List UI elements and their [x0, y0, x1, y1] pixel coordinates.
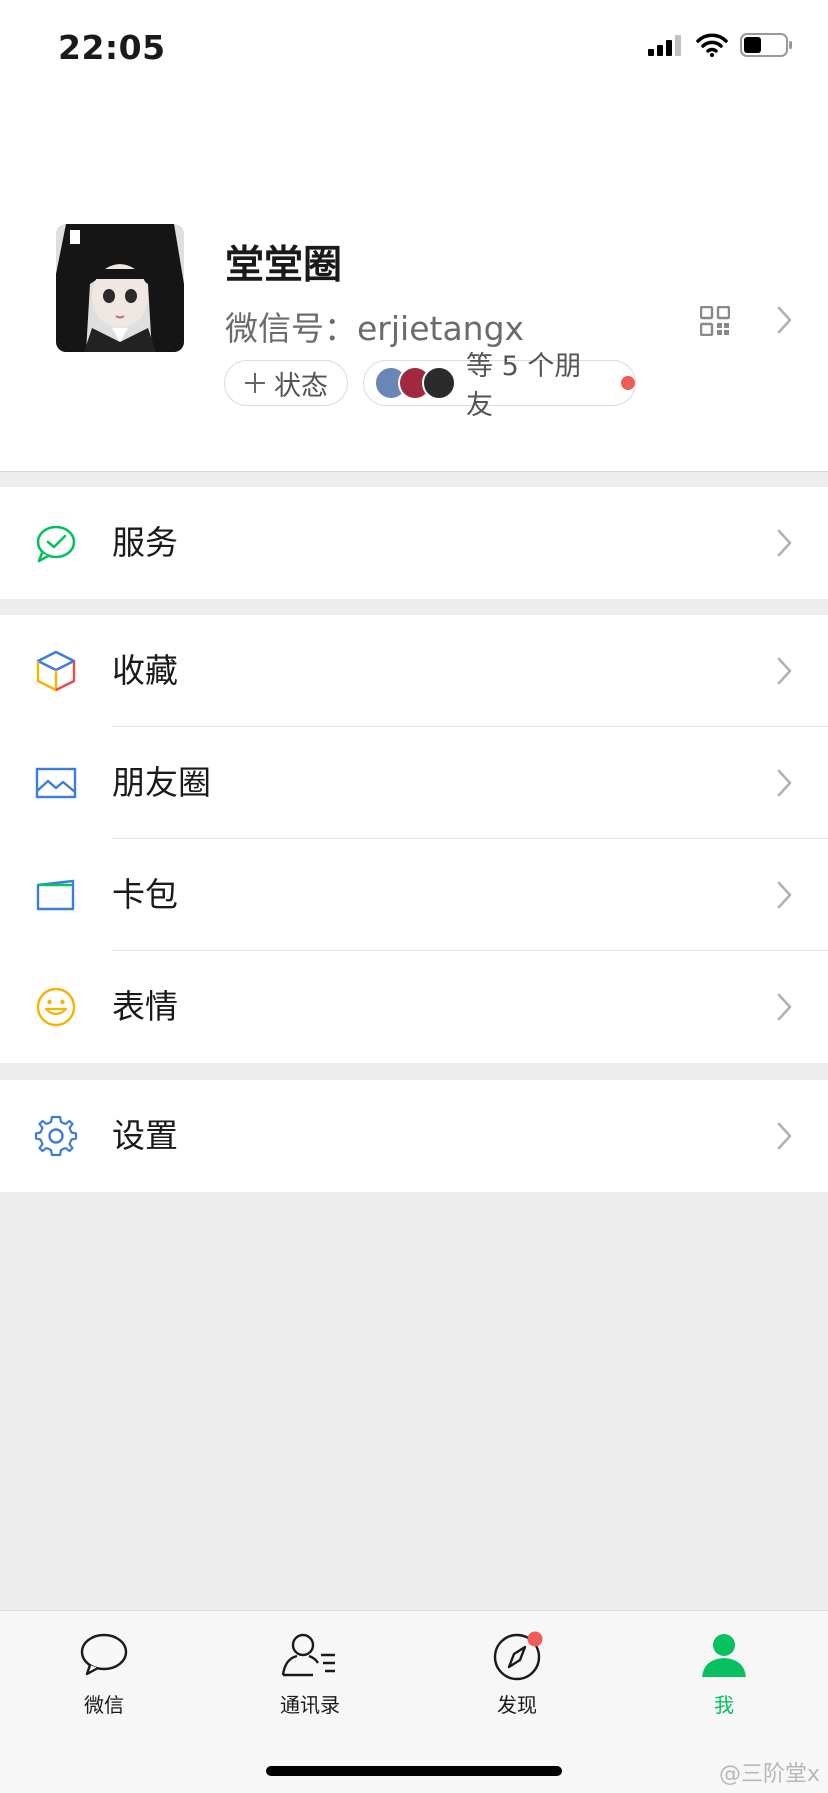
divider [0, 471, 828, 472]
tab-label: 微信 [84, 1693, 124, 1717]
tab-label: 我 [714, 1693, 734, 1717]
menu-item-moments[interactable]: 朋友圈 [0, 727, 828, 839]
contacts-icon [281, 1633, 335, 1677]
menu-label: 朋友圈 [112, 763, 211, 802]
chat-bubble-icon [80, 1633, 128, 1676]
tab-label: 通讯录 [280, 1693, 340, 1717]
moments-picture-icon [35, 767, 77, 799]
sticker-smile-icon [36, 987, 76, 1027]
status-icons [648, 32, 794, 58]
chevron-right-icon [777, 769, 792, 797]
gear-icon [34, 1115, 78, 1157]
settings-group: 设置 [0, 1080, 828, 1192]
home-indicator[interactable] [266, 1766, 562, 1776]
services-group: 服务 [0, 487, 828, 599]
person-icon [702, 1634, 746, 1677]
wechat-id-value: erjietangx [357, 309, 525, 348]
notification-dot [621, 376, 635, 390]
discover-badge [527, 1631, 543, 1647]
battery-icon [740, 33, 792, 57]
anime-girl-avatar-icon [56, 224, 184, 352]
menu-label: 服务 [112, 523, 178, 562]
menu-item-favorites[interactable]: 收藏 [0, 615, 828, 727]
menu-label: 卡包 [112, 875, 178, 914]
features-group: 收藏 朋友圈 卡包 表情 [0, 615, 828, 1063]
friends-status-button[interactable]: 等 5 个朋友 [363, 351, 636, 421]
chevron-right-icon [777, 993, 792, 1021]
tab-label: 发现 [497, 1693, 537, 1717]
chevron-right-icon [777, 1122, 792, 1150]
wechat-id-label: 微信号： [225, 309, 357, 348]
profile-nickname: 堂堂圈 [225, 243, 343, 288]
avatar[interactable] [56, 224, 184, 352]
plus-icon [245, 373, 265, 393]
favorites-cube-icon [36, 650, 76, 692]
wifi-icon [696, 33, 728, 57]
card-wallet-icon [36, 879, 75, 911]
services-icon [36, 525, 76, 563]
menu-item-cards[interactable]: 卡包 [0, 839, 828, 951]
menu-label: 收藏 [112, 651, 178, 690]
friends-status-label: 等 5 个朋友 [466, 351, 582, 421]
wechat-id: 微信号：erjietangx [225, 302, 524, 350]
chevron-right-icon [777, 529, 792, 557]
add-status-label: 状态 [274, 370, 328, 402]
menu-label: 设置 [112, 1116, 178, 1155]
tab-chats[interactable]: 微信 [34, 1631, 174, 1718]
tab-contacts[interactable]: 通讯录 [240, 1631, 380, 1718]
friend-avatar [422, 366, 456, 400]
add-status-button[interactable]: 状态 [224, 360, 348, 406]
chevron-right-icon [777, 881, 792, 909]
chevron-right-icon [777, 657, 792, 685]
watermark: @三阶堂x [718, 1762, 820, 1787]
menu-item-services[interactable]: 服务 [0, 487, 828, 599]
profile-chevron-right-icon[interactable] [776, 306, 792, 334]
menu-item-settings[interactable]: 设置 [0, 1080, 828, 1192]
tab-me[interactable]: 我 [654, 1631, 794, 1718]
qr-code-icon[interactable] [700, 306, 730, 336]
menu-label: 表情 [112, 987, 178, 1026]
compass-icon [493, 1631, 543, 1681]
menu-item-stickers[interactable]: 表情 [0, 951, 828, 1063]
tab-discover[interactable]: 发现 [447, 1631, 587, 1718]
friend-avatars [374, 366, 456, 400]
cellular-signal-icon [648, 35, 681, 56]
status-time: 22:05 [58, 28, 166, 67]
